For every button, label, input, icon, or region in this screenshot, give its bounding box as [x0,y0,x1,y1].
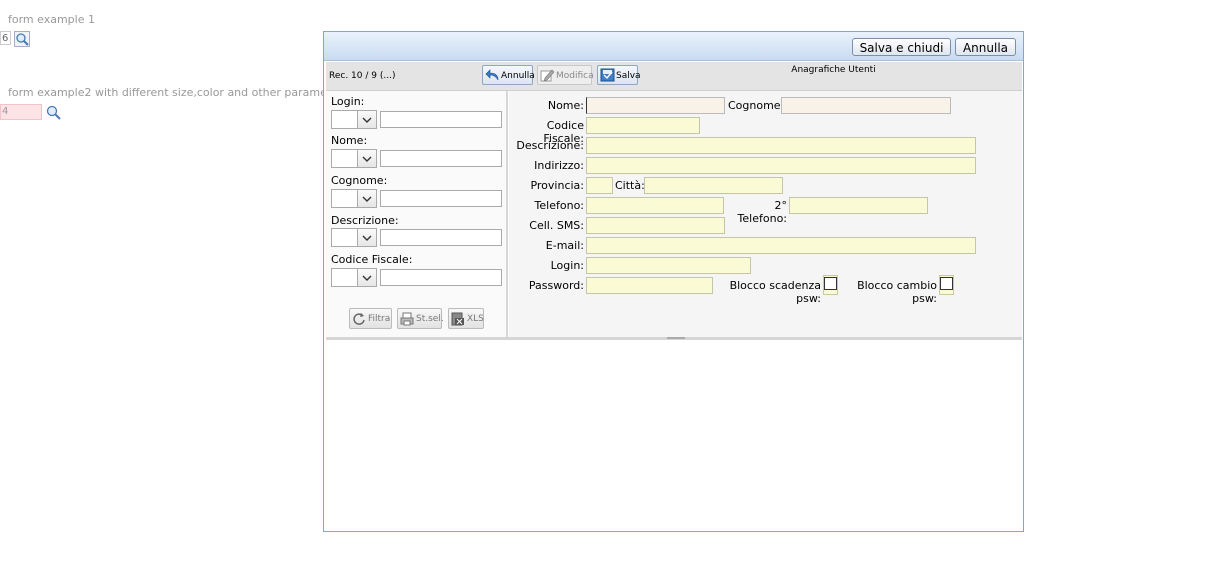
edit-button[interactable]: Modifica [537,65,594,85]
descrizione-field[interactable] [586,137,976,154]
filter-codice-fiscale-label: Codice Fiscale: [331,253,413,266]
filter-cognome-label: Cognome: [331,174,388,187]
descrizione-label: Descrizione: [516,139,584,152]
password-label: Password: [528,279,584,292]
pencil-icon [540,69,555,82]
cognome-field[interactable] [781,97,951,114]
edit-label: Modifica [556,71,594,81]
filter-nome-input[interactable] [380,150,502,167]
export-xls-button[interactable]: XLS [448,308,484,329]
search-icon[interactable] [45,104,61,120]
save-label: Salva [616,71,641,81]
print-selection-button[interactable]: St.sel. [397,308,444,329]
example2-input[interactable]: 4 [0,104,42,120]
refresh-filter-icon [353,313,365,325]
cell-sms-label: Cell. SMS: [529,219,584,232]
filter-descrizione-input[interactable] [380,229,502,246]
save-and-close-button[interactable]: Salva e chiudi [852,38,951,56]
email-label: E-mail: [545,239,584,252]
example1-label: form example 1 [8,13,95,26]
blocco-cambio-label: Blocco cambio psw: [857,279,937,305]
indirizzo-label: Indirizzo: [534,159,584,172]
section-title: Anagrafiche Utenti [791,65,876,75]
filter-nome-label: Nome: [331,134,368,147]
user-registry-dialog: Salva e chiudi Annulla Rec. 10 / 9 (...)… [323,31,1024,532]
blocco-scadenza-label: Blocco scadenza psw: [729,279,821,305]
record-counter: Rec. 10 / 9 (...) [329,71,396,81]
undo-arrow-icon [485,69,499,81]
filter-descrizione-operator[interactable] [331,228,377,247]
save-button[interactable]: Salva [597,65,641,85]
excel-icon [451,312,464,326]
undo-button[interactable]: Annulla [482,65,535,85]
example2-label: form example2 with different size,color … [8,86,349,99]
filter-nome-operator[interactable] [331,149,377,168]
codice-fiscale-field[interactable] [586,117,700,134]
nome-label: Nome: [547,99,584,112]
cancel-button[interactable]: Annulla [955,38,1016,56]
telefono-field[interactable] [586,197,724,214]
telefono2-field[interactable] [789,197,928,214]
undo-label: Annulla [501,71,535,81]
filter-codice-fiscale-operator[interactable] [331,268,377,287]
chevron-down-icon [362,196,372,202]
nome-field[interactable] [586,97,725,114]
telefono-label: Telefono: [534,199,584,212]
search-icon[interactable] [14,31,30,47]
filter-panel: Login: Nome: Cognome: Descrizione: Codic… [326,91,506,337]
filter-login-input[interactable] [380,111,502,128]
chevron-down-icon [362,235,372,241]
blocco-cambio-wrapper [939,275,954,295]
print-selection-label: St.sel. [416,314,444,324]
user-detail-form: Nome: Cognome: Codice Fiscale: Descrizio… [509,91,1022,337]
chevron-down-icon [362,117,372,123]
blocco-scadenza-wrapper [823,275,838,295]
export-xls-label: XLS [467,314,484,324]
example1-input[interactable]: 6 [0,31,11,45]
email-field[interactable] [586,237,976,254]
record-toolbar: Rec. 10 / 9 (...) Annulla Modifica Salva… [326,62,1022,91]
dialog-header: Salva e chiudi Annulla [324,32,1023,61]
provincia-field[interactable] [586,177,613,194]
cell-sms-field[interactable] [586,217,725,234]
filter-button[interactable]: Filtra [349,308,392,329]
chevron-down-icon [362,275,372,281]
indirizzo-field[interactable] [586,157,976,174]
filter-login-operator[interactable] [331,110,377,129]
provincia-label: Provincia: [530,179,584,192]
citta-field[interactable] [644,177,783,194]
password-field[interactable] [586,277,713,294]
telefono2-label: 2° Telefono: [737,199,787,225]
cognome-label: Cognome: [728,99,785,112]
blocco-scadenza-checkbox[interactable] [824,277,837,290]
floppy-icon [600,68,615,82]
filter-label: Filtra [368,314,391,324]
filter-descrizione-label: Descrizione: [331,214,399,227]
chevron-down-icon [362,156,372,162]
filter-codice-fiscale-input[interactable] [380,269,502,286]
login-field[interactable] [586,257,751,274]
citta-label: Città: [615,179,645,192]
vertical-splitter[interactable] [506,91,508,337]
filter-login-label: Login: [331,95,365,108]
splitter-grip[interactable] [667,337,685,339]
login-label: Login: [550,259,584,272]
filter-cognome-operator[interactable] [331,189,377,208]
filter-cognome-input[interactable] [380,190,502,207]
blocco-cambio-checkbox[interactable] [940,277,953,290]
printer-icon [400,312,414,326]
